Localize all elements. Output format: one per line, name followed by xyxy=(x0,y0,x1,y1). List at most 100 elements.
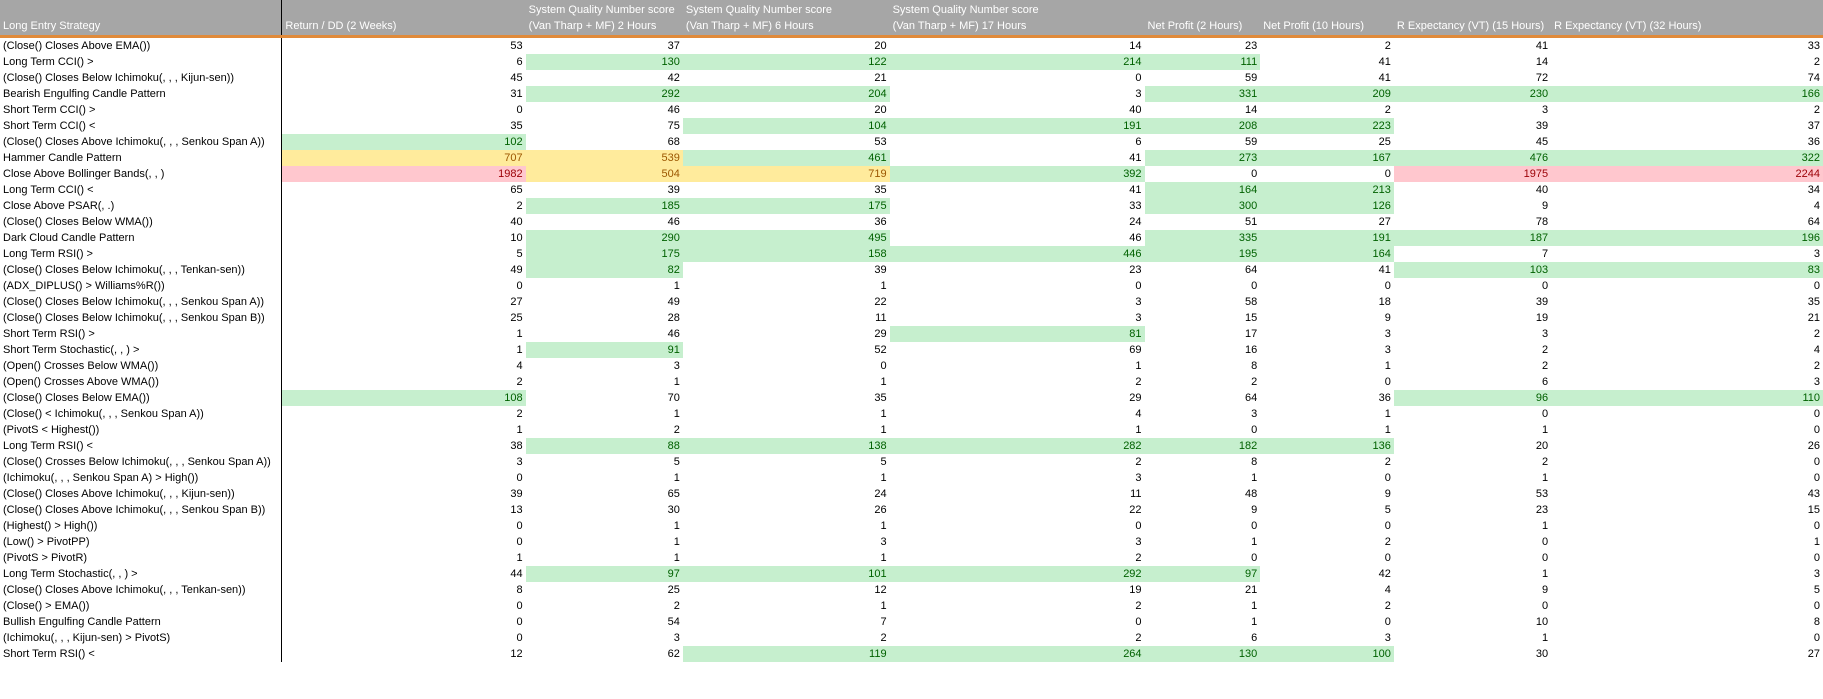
value-cell[interactable]: 59 xyxy=(1145,134,1261,150)
value-cell[interactable]: 6 xyxy=(282,54,526,70)
value-cell[interactable]: 1 xyxy=(1260,358,1394,374)
value-cell[interactable]: 9 xyxy=(1260,310,1394,326)
col-header-sqn-2h[interactable]: System Quality Number score (Van Tharp + … xyxy=(525,0,683,38)
value-cell[interactable]: 14 xyxy=(1145,102,1261,118)
table-row[interactable]: (Close() Closes Below EMA()) 108 70 35 29 64 3… xyxy=(0,390,1823,406)
strategy-name-cell[interactable]: (Close() Closes Below Ichimoku(, , , Kij… xyxy=(0,70,283,86)
value-cell[interactable]: 204 xyxy=(682,86,890,102)
value-cell[interactable]: 1 xyxy=(1551,534,1823,550)
value-cell[interactable]: 331 xyxy=(1144,86,1261,102)
value-cell[interactable]: 40 xyxy=(1394,182,1551,198)
value-cell[interactable]: 38 xyxy=(282,438,526,454)
value-cell[interactable]: 2 xyxy=(1260,37,1394,55)
col-header-net-profit-2h[interactable]: Net Profit (2 Hours) xyxy=(1144,0,1261,38)
value-cell[interactable]: 175 xyxy=(525,246,683,262)
value-cell[interactable]: 392 xyxy=(889,166,1145,182)
value-cell[interactable]: 3 xyxy=(890,86,1145,102)
value-cell[interactable]: 335 xyxy=(1144,230,1261,246)
value-cell[interactable]: 1 xyxy=(683,278,890,294)
strategy-name-cell[interactable]: Short Term CCI() > xyxy=(0,102,283,118)
value-cell[interactable]: 0 xyxy=(282,470,526,486)
table-row[interactable]: (Close() Closes Below Ichimoku(, , , Sen… xyxy=(0,294,1823,310)
value-cell[interactable]: 1 xyxy=(1145,534,1261,550)
value-cell[interactable]: 91 xyxy=(525,342,683,358)
value-cell[interactable]: 1 xyxy=(683,598,890,614)
value-cell[interactable]: 64 xyxy=(1551,214,1823,230)
value-cell[interactable]: 37 xyxy=(1551,118,1823,134)
value-cell[interactable]: 39 xyxy=(683,262,890,278)
value-cell[interactable]: 2 xyxy=(282,406,526,422)
value-cell[interactable]: 0 xyxy=(282,102,526,118)
value-cell[interactable]: 158 xyxy=(682,246,890,262)
value-cell[interactable]: 4 xyxy=(1551,342,1823,358)
value-cell[interactable]: 1 xyxy=(282,342,526,358)
value-cell[interactable]: 3 xyxy=(282,454,526,470)
value-cell[interactable]: 22 xyxy=(890,502,1145,518)
strategy-name-cell[interactable]: (Ichimoku(, , , Senkou Span A) > High()) xyxy=(0,470,283,486)
value-cell[interactable]: 83 xyxy=(1551,262,1823,278)
strategy-name-cell[interactable]: (Close() Closes Below Ichimoku(, , , Sen… xyxy=(0,294,283,310)
value-cell[interactable]: 49 xyxy=(526,294,683,310)
value-cell[interactable]: 35 xyxy=(1551,294,1823,310)
value-cell[interactable]: 167 xyxy=(1260,150,1394,166)
value-cell[interactable]: 12 xyxy=(683,582,890,598)
strategy-name-cell[interactable]: Short Term RSI() < xyxy=(0,646,283,662)
value-cell[interactable]: 130 xyxy=(525,54,683,70)
value-cell[interactable]: 209 xyxy=(1260,86,1394,102)
value-cell[interactable]: 25 xyxy=(1260,134,1394,150)
value-cell[interactable]: 0 xyxy=(890,278,1145,294)
strategy-name-cell[interactable]: (Close() Crosses Below Ichimoku(, , , Se… xyxy=(0,454,283,470)
value-cell[interactable]: 24 xyxy=(683,486,890,502)
table-row[interactable]: (Close() Closes Below Ichimoku(, , , Ten… xyxy=(0,262,1823,278)
value-cell[interactable]: 2 xyxy=(890,374,1145,390)
value-cell[interactable]: 1 xyxy=(1394,518,1551,534)
value-cell[interactable]: 3 xyxy=(1551,246,1823,262)
strategy-name-cell[interactable]: Long Term CCI() < xyxy=(0,182,283,198)
value-cell[interactable]: 34 xyxy=(1551,182,1823,198)
strategy-name-cell[interactable]: (Close() Closes Below Ichimoku(, , , Sen… xyxy=(0,310,283,326)
value-cell[interactable]: 0 xyxy=(1260,614,1394,630)
value-cell[interactable]: 0 xyxy=(1145,422,1261,438)
value-cell[interactable]: 1 xyxy=(683,422,890,438)
value-cell[interactable]: 1 xyxy=(1145,470,1261,486)
table-row[interactable]: Short Term Stochastic(, , ) >1 91 52 69 16 3 2… xyxy=(0,342,1823,358)
value-cell[interactable]: 1 xyxy=(890,422,1145,438)
value-cell[interactable]: 24 xyxy=(890,214,1145,230)
value-cell[interactable]: 19 xyxy=(890,582,1145,598)
value-cell[interactable]: 707 xyxy=(281,150,526,166)
value-cell[interactable]: 15 xyxy=(1551,502,1823,518)
value-cell[interactable]: 40 xyxy=(282,214,526,230)
table-row[interactable]: Short Term CCI() <35 75 104 191 208 223 39 37 xyxy=(0,118,1823,134)
value-cell[interactable]: 62 xyxy=(526,646,683,662)
value-cell[interactable]: 40 xyxy=(890,102,1145,118)
strategy-name-cell[interactable]: (Ichimoku(, , , Kijun-sen) > PivotS) xyxy=(0,630,283,646)
strategy-name-cell[interactable]: Long Term RSI() > xyxy=(0,246,283,262)
table-row[interactable]: (Open() Crosses Below WMA()) 4 3 0 1 8 1 2 2 xyxy=(0,358,1823,374)
value-cell[interactable]: 46 xyxy=(890,230,1145,246)
value-cell[interactable]: 65 xyxy=(282,182,526,198)
value-cell[interactable]: 27 xyxy=(282,294,526,310)
value-cell[interactable]: 230 xyxy=(1393,86,1552,102)
value-cell[interactable]: 44 xyxy=(282,566,526,582)
value-cell[interactable]: 1 xyxy=(683,374,890,390)
value-cell[interactable]: 2 xyxy=(1145,374,1261,390)
value-cell[interactable]: 164 xyxy=(1260,246,1394,262)
value-cell[interactable]: 0 xyxy=(1551,470,1823,486)
value-cell[interactable]: 110 xyxy=(1551,390,1823,406)
value-cell[interactable]: 1 xyxy=(282,422,526,438)
value-cell[interactable]: 21 xyxy=(1551,310,1823,326)
value-cell[interactable]: 103 xyxy=(1393,262,1552,278)
value-cell[interactable]: 12 xyxy=(282,646,526,662)
value-cell[interactable]: 196 xyxy=(1551,230,1823,246)
col-header-r-expectancy-32h[interactable]: R Expectancy (VT) (32 Hours) xyxy=(1551,0,1823,38)
value-cell[interactable]: 0 xyxy=(890,518,1145,534)
table-row[interactable]: Long Term RSI() <38 88 138 282 182 136 20 26 xyxy=(0,438,1823,454)
value-cell[interactable]: 1 xyxy=(1394,470,1551,486)
value-cell[interactable]: 0 xyxy=(1551,550,1823,566)
strategy-name-cell[interactable]: Long Term Stochastic(, , ) > xyxy=(0,566,283,582)
value-cell[interactable]: 35 xyxy=(282,118,526,134)
value-cell[interactable]: 2 xyxy=(890,598,1145,614)
value-cell[interactable]: 0 xyxy=(282,278,526,294)
value-cell[interactable]: 2 xyxy=(1551,54,1823,70)
value-cell[interactable]: 64 xyxy=(1145,390,1261,406)
